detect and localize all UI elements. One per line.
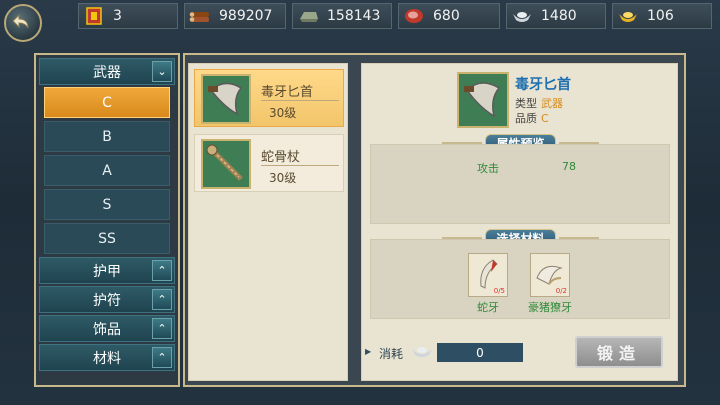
- nav-group-label: 护符: [93, 292, 121, 309]
- attr-value: 78: [562, 160, 576, 173]
- type-label: 类型: [515, 97, 537, 110]
- material-count: 0/5: [493, 287, 505, 295]
- silver-ingot-icon: [513, 12, 531, 22]
- back-arrow-icon: [12, 13, 29, 29]
- forge-button[interactable]: 锻造: [575, 336, 663, 368]
- material-name: 豪猪獠牙: [528, 301, 572, 314]
- wood-icon: [189, 12, 209, 22]
- item-thumbnail: [201, 139, 251, 189]
- nav-group-label: 武器: [93, 64, 121, 81]
- material-name: 蛇牙: [477, 301, 499, 314]
- meat-icon: [405, 9, 423, 23]
- gold-ingot-icon: [619, 12, 637, 22]
- item-level: 30级: [269, 171, 297, 185]
- resource-value: 3: [113, 8, 122, 24]
- item-list: 毒牙匕首 30级 蛇骨杖 30级: [188, 63, 348, 381]
- detail-quality: 品质 C: [515, 110, 549, 126]
- resource-meat: 680: [398, 3, 500, 29]
- quality-label: 品质: [515, 112, 537, 125]
- resource-value: 158143: [327, 8, 381, 24]
- nav-grade-ss[interactable]: SS: [44, 223, 170, 254]
- nav-grade-a[interactable]: A: [44, 155, 170, 186]
- resource-value: 989207: [219, 8, 273, 24]
- attr-box: [370, 144, 670, 224]
- resource-value: 1480: [541, 8, 577, 24]
- chevron-down-icon: ⌄: [152, 61, 172, 82]
- nav-group-materials[interactable]: 材料 ⌃: [39, 344, 175, 371]
- list-item[interactable]: 蛇骨杖 30级: [194, 134, 344, 192]
- resource-token: 3: [78, 3, 178, 29]
- resource-wood: 989207: [184, 3, 286, 29]
- nav-group-accessory[interactable]: 饰品 ⌃: [39, 315, 175, 342]
- material-count: 0/2: [555, 287, 567, 295]
- staff-icon: [206, 144, 243, 181]
- chevron-up-icon: ⌃: [152, 289, 172, 310]
- resource-gold: 106: [612, 3, 712, 29]
- item-thumbnail: [201, 74, 251, 124]
- item-name: 毒牙匕首: [261, 81, 339, 101]
- chevron-up-icon: ⌃: [152, 318, 172, 339]
- chevron-up-icon: ⌃: [152, 260, 172, 281]
- resource-value: 106: [647, 8, 674, 24]
- nav-group-label: 饰品: [93, 321, 121, 338]
- chevron-up-icon: ⌃: [152, 347, 172, 368]
- dagger-icon: [464, 82, 501, 118]
- detail-type: 类型 武器: [515, 95, 563, 111]
- type-value: 武器: [541, 97, 563, 110]
- category-nav: 武器 ⌄ C B A S SS 护甲 ⌃ 护符 ⌃ 饰品 ⌃ 材料 ⌃: [34, 53, 180, 387]
- nav-group-label: 护甲: [93, 263, 121, 280]
- silver-ingot-icon: [412, 347, 432, 357]
- cost-value: 0: [437, 343, 523, 362]
- flag-token-icon: [86, 7, 102, 25]
- item-level: 30级: [269, 106, 297, 120]
- detail-item-name: 毒牙匕首: [515, 77, 571, 93]
- material-slot[interactable]: 0/2: [530, 253, 570, 297]
- resource-silver: 1480: [506, 3, 606, 29]
- cost-label: 消耗: [379, 347, 404, 361]
- resource-iron: 158143: [292, 3, 392, 29]
- nav-group-amulet[interactable]: 护符 ⌃: [39, 286, 175, 313]
- item-name: 蛇骨杖: [261, 146, 339, 166]
- nav-group-armor[interactable]: 护甲 ⌃: [39, 257, 175, 284]
- iron-ingot-icon: [300, 12, 318, 22]
- nav-group-label: 材料: [93, 350, 121, 367]
- back-button[interactable]: [4, 4, 42, 42]
- quality-value: C: [541, 112, 549, 125]
- detail-thumbnail: [457, 72, 509, 128]
- nav-grade-s[interactable]: S: [44, 189, 170, 220]
- material-slot[interactable]: 0/5: [468, 253, 508, 297]
- detail-panel: 毒牙匕首 类型武器 品质C 属性预览 攻击 78 选择材料 0/5 蛇牙 0/2…: [361, 63, 678, 381]
- nav-grade-c[interactable]: C: [44, 87, 170, 118]
- attr-name: 攻击: [477, 162, 499, 175]
- nav-group-weapons[interactable]: 武器 ⌄: [39, 58, 175, 85]
- dagger-icon: [208, 82, 243, 116]
- list-item[interactable]: 毒牙匕首 30级: [194, 69, 344, 127]
- resource-value: 680: [433, 8, 460, 24]
- nav-grade-b[interactable]: B: [44, 121, 170, 152]
- cost-arrow-icon: ▶: [365, 347, 372, 356]
